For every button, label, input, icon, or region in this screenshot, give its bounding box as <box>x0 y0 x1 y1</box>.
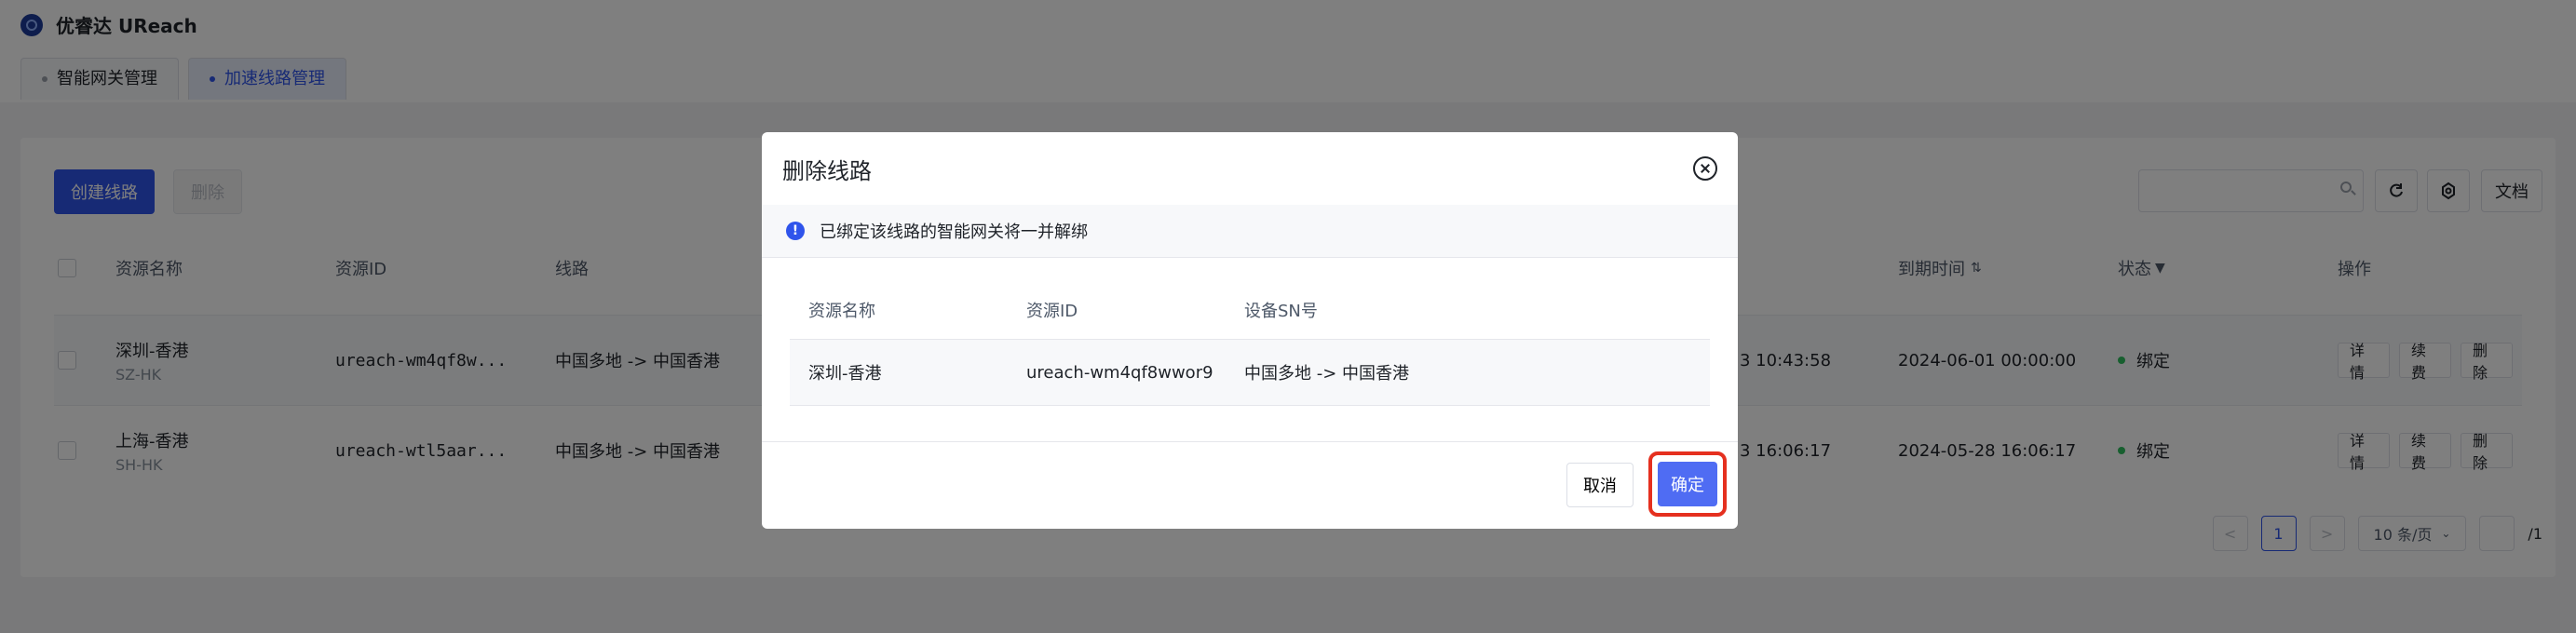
delete-line-dialog: 删除线路 ! 已绑定该线路的智能网关将一并解绑 资源名称 资源ID 设备SN号 … <box>762 132 1738 529</box>
dialog-header-sn: 设备SN号 <box>1244 302 1318 321</box>
confirm-highlight: 确定 <box>1648 451 1727 517</box>
dialog-row-id: ureach-wm4qf8wwor9 <box>1026 362 1213 383</box>
dialog-row-sn: 中国多地 -> 中国香港 <box>1244 364 1410 384</box>
dialog-title: 删除线路 <box>782 158 872 184</box>
dialog-table-row: 深圳-香港 ureach-wm4qf8wwor9 中国多地 -> 中国香港 <box>790 339 1710 406</box>
dialog-header-name: 资源名称 <box>808 302 875 321</box>
cancel-button[interactable]: 取消 <box>1566 463 1634 507</box>
confirm-button[interactable]: 确定 <box>1658 462 1717 506</box>
dialog-table-header: 资源名称 资源ID 设备SN号 <box>790 281 1710 339</box>
info-icon: ! <box>786 222 805 240</box>
dialog-table: 资源名称 资源ID 设备SN号 深圳-香港 ureach-wm4qf8wwor9… <box>790 281 1710 406</box>
dialog-header-id: 资源ID <box>1026 302 1078 321</box>
close-icon[interactable] <box>1693 156 1717 181</box>
dialog-footer: 取消 确定 <box>762 441 1738 529</box>
warning-alert: ! 已绑定该线路的智能网关将一并解绑 <box>762 205 1738 258</box>
dialog-row-name: 深圳-香港 <box>808 364 882 384</box>
alert-text: 已绑定该线路的智能网关将一并解绑 <box>820 222 1088 242</box>
dialog-header: 删除线路 <box>762 132 1738 206</box>
